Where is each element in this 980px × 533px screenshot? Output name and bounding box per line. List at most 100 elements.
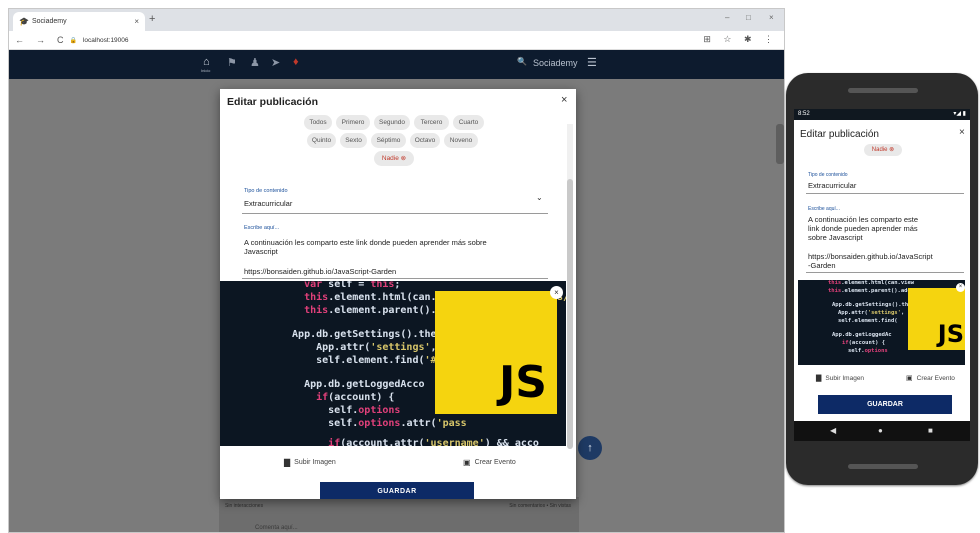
dialog-title: Editar publicación — [227, 96, 319, 108]
grade-chip[interactable]: Cuarto — [453, 115, 484, 130]
content-type-select[interactable]: Extracurricular — [244, 199, 292, 208]
code-line: if(account) { — [316, 392, 395, 403]
back-arrow-icon[interactable]: ← — [15, 35, 24, 45]
page-scrollbar[interactable] — [776, 124, 784, 164]
classes-icon[interactable]: ⚑ — [227, 56, 237, 69]
phone-remove-image-icon[interactable]: × — [956, 283, 965, 292]
forward-arrow-icon[interactable]: → — [36, 35, 45, 45]
phone-upload-image-label: Subir Imagen — [825, 374, 865, 382]
home-button-icon[interactable]: ● — [878, 426, 883, 435]
code-line: this.element.html(can.view — [828, 280, 915, 286]
grade-chip[interactable]: Noveno — [444, 133, 478, 148]
js-logo-text: JS — [498, 357, 547, 408]
code-line: self.options — [848, 348, 888, 354]
phone-post-link[interactable]: https://bonsaiden.github.io/JavaScript — [808, 252, 933, 261]
hamburger-menu-icon[interactable]: ☰ — [587, 56, 597, 69]
code-line: App.db.getSettings().then — [280, 329, 443, 340]
minimize-button[interactable]: – — [725, 13, 729, 22]
code-line: self.options — [280, 405, 401, 416]
post-comments-count: Sin comentarios • Sin vistas — [509, 503, 571, 509]
notifications-icon[interactable]: ♦ — [293, 56, 299, 68]
phone-javascript-logo: JS — [908, 288, 965, 350]
save-button[interactable]: GUARDAR — [320, 482, 474, 499]
home-icon[interactable]: ⌂ — [203, 56, 210, 68]
grade-chip[interactable]: Octavo — [410, 133, 440, 148]
grade-chip[interactable]: Segundo — [374, 115, 410, 130]
create-event-label: Crear Evento — [474, 459, 516, 466]
post-card-background: Sin interacciones Sin comentarios • Sin … — [219, 497, 579, 532]
reload-icon[interactable]: C — [57, 35, 64, 45]
dialog-scrollbar[interactable] — [567, 124, 573, 449]
phone-create-event-button[interactable]: ▣ Crear Evento — [906, 374, 955, 383]
new-tab-button[interactable]: + — [149, 13, 155, 25]
grade-chip[interactable]: Sexto — [340, 133, 367, 148]
phone-textarea-underline — [806, 272, 964, 273]
calendar-icon: ▣ — [906, 375, 913, 382]
select-underline — [242, 213, 548, 214]
none-chip[interactable]: Nadie ⊗ — [374, 151, 414, 166]
maximize-button[interactable]: □ — [746, 13, 751, 22]
phone-post-link[interactable]: -Garden — [808, 261, 836, 270]
textarea-underline — [242, 278, 548, 279]
close-window-button[interactable]: × — [769, 13, 774, 22]
phone-create-event-label: Crear Evento — [916, 374, 955, 382]
phone-mockup: 8:52 ▾◢ ▮ Editar publicación × Nadie ⊗ T… — [786, 73, 978, 485]
phone-content-type-label: Tipo de contenido — [808, 172, 848, 178]
calendar-icon: ▣ — [463, 458, 471, 467]
text-field-label: Escribe aquí... — [244, 225, 280, 231]
send-icon[interactable]: ➤ — [271, 56, 280, 69]
phone-save-button[interactable]: GUARDAR — [818, 395, 952, 414]
remove-image-icon[interactable]: × — [550, 286, 563, 299]
phone-post-text-line[interactable]: A continuación les comparto este — [808, 215, 918, 224]
phone-upload-image-button[interactable]: ▇ Subir Imagen — [816, 374, 865, 383]
code-line: self.options.attr('pass — [280, 418, 467, 429]
tab-close-icon[interactable]: × — [134, 17, 139, 26]
remove-circle-icon[interactable]: ⊗ — [889, 147, 894, 153]
phone-text-label: Escribe aquí... — [808, 206, 840, 212]
address-bar[interactable]: localhost:19006 — [83, 37, 129, 44]
create-event-button[interactable]: ▣ Crear Evento — [463, 458, 516, 467]
app-navbar: ⌂ Inicio ⚑ ♟ ➤ ♦ 🔍 Sociademy ☰ — [9, 50, 784, 79]
back-icon[interactable]: ◀ — [830, 426, 836, 435]
grade-chip[interactable]: Primero — [336, 115, 370, 130]
code-line: var self = this; — [304, 281, 401, 290]
tab-strip: 🎓 Sociademy × + – □ × — [9, 9, 784, 31]
recent-apps-icon[interactable]: ■ — [928, 426, 933, 435]
code-line: if(account) { — [842, 340, 886, 346]
post-interactions: Sin interacciones — [225, 503, 264, 509]
phone-content-type-select[interactable]: Extracurricular — [808, 181, 856, 190]
upload-image-button[interactable]: ▇ Subir Imagen — [284, 458, 336, 467]
tab-title: Sociademy — [32, 18, 67, 25]
android-nav-bar: ◀ ● ■ — [794, 421, 970, 441]
brand-name: Sociademy — [533, 58, 578, 68]
code-line: App.db.getLoggedAc — [832, 332, 892, 338]
remove-circle-icon[interactable]: ⊗ — [401, 155, 406, 162]
post-text-line[interactable]: A continuación les comparto este link do… — [244, 238, 487, 247]
phone-none-chip[interactable]: Nadie ⊗ — [864, 144, 902, 156]
post-image: var self = this; this.element.html(can.v… — [220, 281, 566, 446]
post-text-link[interactable]: https://bonsaiden.github.io/JavaScript-G… — [244, 267, 396, 276]
dialog-scrollbar-thumb[interactable] — [567, 179, 573, 449]
browser-tab[interactable]: 🎓 Sociademy × — [13, 12, 145, 31]
user-icon[interactable]: ♟ — [250, 56, 260, 69]
search-icon[interactable]: 🔍 — [517, 57, 527, 66]
phone-post-text-line[interactable]: sobre Javascript — [808, 233, 863, 242]
close-icon[interactable]: × — [561, 94, 567, 106]
grade-chip[interactable]: Quinto — [307, 133, 336, 148]
comment-input[interactable]: Comenta aquí... — [255, 525, 298, 531]
toolbar-extension-icons[interactable]: ⊞ ☆ ✱ ⋮ — [703, 34, 778, 45]
code-line: App.db.getLoggedAcco — [280, 379, 425, 390]
graduation-cap-icon: 🎓 — [19, 17, 29, 26]
grade-chip[interactable]: Séptimo — [371, 133, 406, 148]
home-label: Inicio — [201, 68, 211, 73]
phone-post-text-line[interactable]: link donde pueden aprender más — [808, 224, 918, 233]
phone-close-icon[interactable]: × — [959, 127, 965, 138]
post-text-line[interactable]: Javascript — [244, 247, 278, 256]
code-line: App.attr('settings', — [838, 310, 905, 316]
phone-screen: 8:52 ▾◢ ▮ Editar publicación × Nadie ⊗ T… — [794, 109, 970, 441]
grade-chip[interactable]: Tercero — [414, 115, 449, 130]
scroll-top-button[interactable]: ↑ — [578, 436, 602, 460]
chevron-down-icon[interactable]: ⌄ — [536, 193, 543, 202]
image-icon: ▇ — [816, 375, 822, 382]
grade-chip[interactable]: Todos — [304, 115, 332, 130]
